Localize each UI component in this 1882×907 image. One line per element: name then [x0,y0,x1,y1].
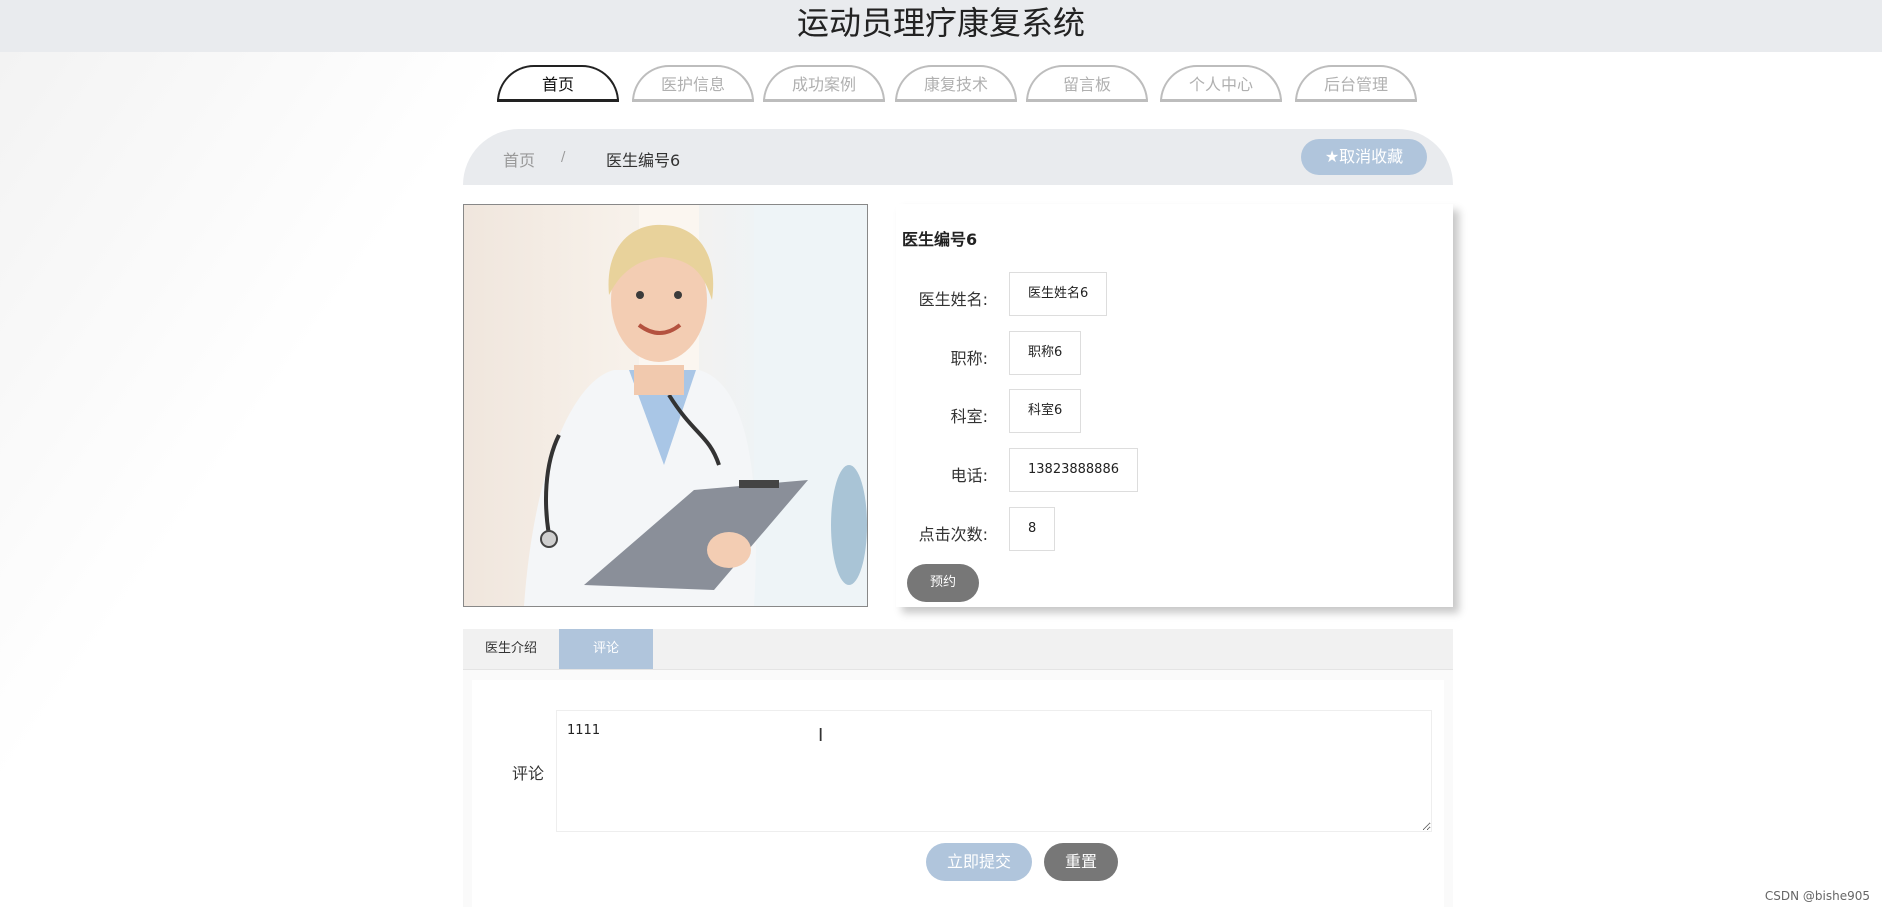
name-value: 医生姓名6 [1009,272,1108,316]
doctor-info-card: 医生编号6 医生姓名: 医生姓名6 职称: 职称6 科室: 科室6 电话: 13… [896,204,1453,607]
unfavorite-label: 取消收藏 [1339,147,1404,166]
department-label: 科室: [950,407,988,426]
breadcrumb: 首页 / 医生编号6 ★取消收藏 [463,129,1453,185]
clicks-label: 点击次数: [918,525,988,544]
submit-button[interactable]: 立即提交 [926,843,1032,881]
department-value: 科室6 [1009,389,1082,433]
nav-success-cases[interactable]: 成功案例 [763,65,885,102]
phone-label: 电话: [950,466,988,485]
comment-panel: 评论 I 立即提交 重置 [463,670,1453,907]
text-cursor-icon: I [818,725,824,746]
header-bar: 运动员理疗康复系统 [0,0,1882,52]
clicks-value: 8 [1009,507,1056,551]
breadcrumb-home[interactable]: 首页 [503,147,535,171]
breadcrumb-current: 医生编号6 [606,151,681,170]
nav-message-board[interactable]: 留言板 [1026,65,1148,102]
tab-comments[interactable]: 评论 [559,629,653,669]
comment-input[interactable] [556,710,1432,832]
detail-tabs: 医生介绍 评论 [463,629,1453,670]
title-label: 职称: [950,349,988,368]
nav-medical-info[interactable]: 医护信息 [632,65,754,102]
phone-value: 13823888886 [1009,448,1138,492]
nav-rehab-tech[interactable]: 康复技术 [895,65,1017,102]
nav-home[interactable]: 首页 [497,65,619,102]
name-label: 医生姓名: [918,290,988,309]
doctor-heading: 医生编号6 [902,230,978,249]
main-nav: 首页 医护信息 成功案例 康复技术 留言板 个人中心 后台管理 [0,65,1882,105]
book-button[interactable]: 预约 [907,564,979,602]
doctor-illustration [524,205,867,606]
comment-label: 评论 [512,764,545,783]
app-title: 运动员理疗康复系统 [796,4,1085,42]
comment-form: 评论 I 立即提交 重置 [472,680,1444,907]
title-value: 职称6 [1009,331,1082,375]
watermark: CSDN @bishe905 [1764,889,1870,903]
star-icon: ★ [1324,147,1340,166]
nav-admin[interactable]: 后台管理 [1295,65,1417,102]
doctor-photo [463,204,868,607]
reset-button[interactable]: 重置 [1044,843,1118,881]
tab-doctor-intro[interactable]: 医生介绍 [463,629,559,669]
nav-personal-center[interactable]: 个人中心 [1160,65,1282,102]
breadcrumb-separator: / [561,150,566,165]
unfavorite-button[interactable]: ★取消收藏 [1301,139,1427,175]
